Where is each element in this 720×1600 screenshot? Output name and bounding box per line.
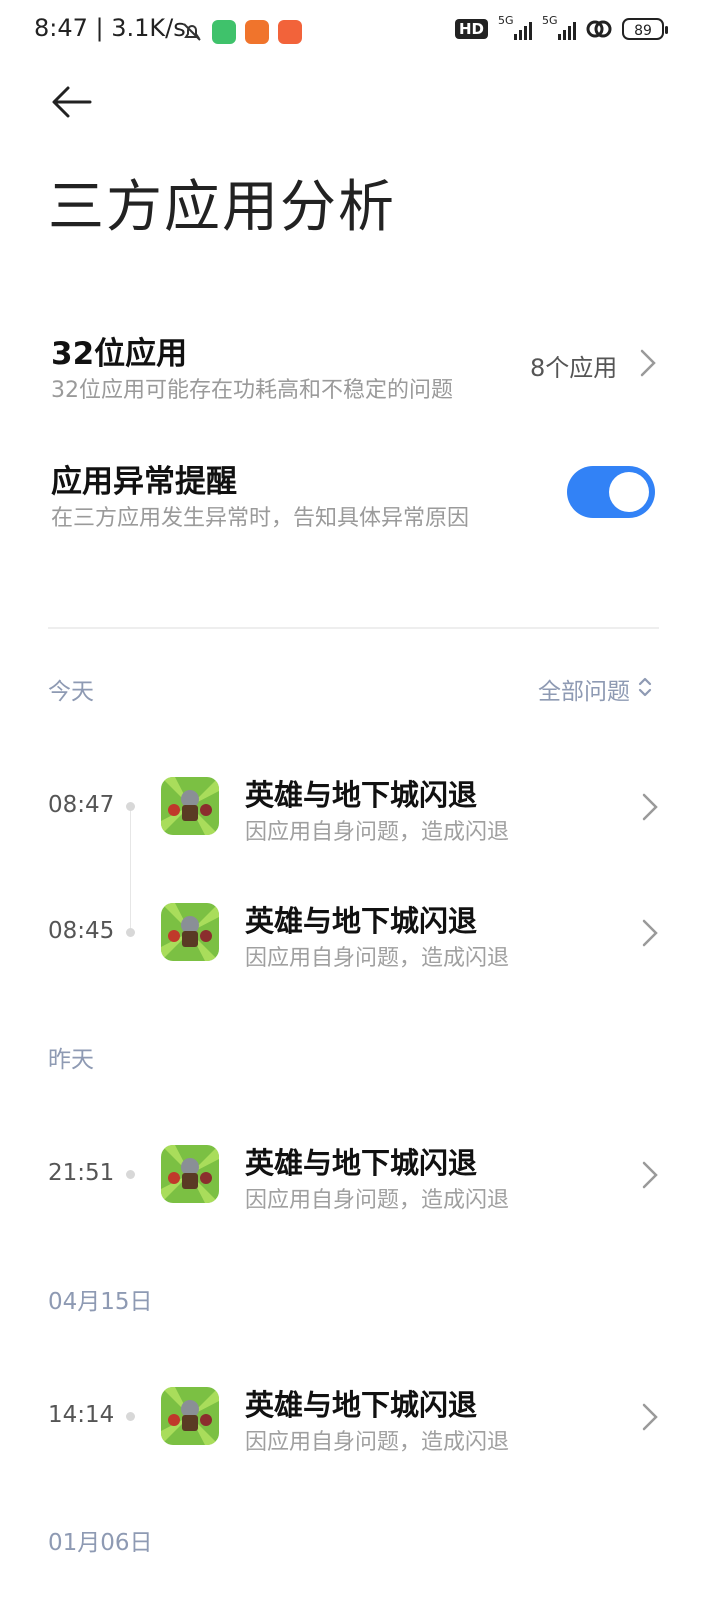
battery-icon: 89 xyxy=(622,18,668,40)
timeline-dot xyxy=(126,928,135,937)
network-type-1: 5G xyxy=(498,14,514,27)
network-type-2: 5G xyxy=(542,14,558,27)
app-notification-icon-green xyxy=(212,20,236,44)
apps-32bit-row[interactable]: 32位应用 32位应用可能存在功耗高和不稳定的问题 8个应用 xyxy=(0,320,720,410)
chevron-right-icon xyxy=(641,792,659,822)
list-item[interactable]: 08:47 英雄与地下城闪退 因应用自身问题，造成闪退 xyxy=(0,768,720,848)
sort-updown-icon[interactable] xyxy=(638,676,652,698)
event-title: 英雄与地下城闪退 xyxy=(245,778,478,812)
timeline-dot xyxy=(126,1412,135,1421)
event-reason: 因应用自身问题，造成闪退 xyxy=(245,946,510,971)
clock: 8:47 xyxy=(34,14,88,42)
list-item[interactable]: 21:51 英雄与地下城闪退 因应用自身问题，造成闪退 xyxy=(0,1136,720,1216)
link-icon xyxy=(586,18,612,40)
event-title: 英雄与地下城闪退 xyxy=(245,1388,478,1422)
filter-dropdown[interactable]: 全部问题 xyxy=(538,672,630,706)
section-yesterday: 昨天 xyxy=(48,1047,94,1073)
list-item[interactable]: 08:45 英雄与地下城闪退 因应用自身问题，造成闪退 xyxy=(0,894,720,974)
event-reason: 因应用自身问题，造成闪退 xyxy=(245,1188,510,1213)
game-app-icon xyxy=(161,777,219,835)
timeline-dot xyxy=(126,802,135,811)
apps-32bit-desc: 32位应用可能存在功耗高和不稳定的问题 xyxy=(51,378,453,403)
event-title: 英雄与地下城闪退 xyxy=(245,1146,478,1180)
app-notification-icon-orange xyxy=(245,20,269,44)
mute-bell-icon xyxy=(180,20,204,44)
status-bar-right: HD 5G 5G 89 xyxy=(454,14,668,40)
apps-32bit-title: 32位应用 xyxy=(51,336,188,372)
status-separator: | xyxy=(95,14,112,42)
game-app-icon xyxy=(161,1387,219,1445)
chevron-right-icon xyxy=(641,1160,659,1190)
chevron-right-icon xyxy=(641,918,659,948)
app-alert-title: 应用异常提醒 xyxy=(51,464,237,500)
page-title: 三方应用分析 xyxy=(48,175,396,240)
back-arrow-icon[interactable] xyxy=(50,82,98,122)
divider xyxy=(48,627,659,629)
toggle-knob xyxy=(609,472,649,512)
event-reason: 因应用自身问题，造成闪退 xyxy=(245,820,510,845)
signal-icon-1: 5G xyxy=(498,14,532,40)
hd-indicator: HD xyxy=(454,19,488,39)
status-bar-time: 8:47 | 3.1K/s xyxy=(34,14,186,42)
chevron-right-icon xyxy=(639,348,657,378)
section-today: 今天 xyxy=(48,679,94,705)
event-time: 14:14 xyxy=(48,1402,115,1428)
chevron-right-icon xyxy=(641,1402,659,1432)
event-time: 08:47 xyxy=(48,792,115,818)
list-item[interactable]: 14:14 英雄与地下城闪退 因应用自身问题，造成闪退 xyxy=(0,1378,720,1458)
event-reason: 因应用自身问题，造成闪退 xyxy=(245,1430,510,1455)
app-alert-toggle[interactable] xyxy=(567,466,655,518)
section-date-0415: 04月15日 xyxy=(48,1289,153,1315)
apps-32bit-count: 8个应用 xyxy=(530,354,618,382)
network-speed: 3.1K/s xyxy=(111,14,186,42)
event-time: 08:45 xyxy=(48,918,115,944)
event-time: 21:51 xyxy=(48,1160,115,1186)
signal-icon-2: 5G xyxy=(542,14,576,40)
section-date-0106: 01月06日 xyxy=(48,1530,153,1556)
app-notification-icon-red xyxy=(278,20,302,44)
game-app-icon xyxy=(161,1145,219,1203)
timeline-dot xyxy=(126,1170,135,1179)
event-title: 英雄与地下城闪退 xyxy=(245,904,478,938)
game-app-icon xyxy=(161,903,219,961)
app-alert-desc: 在三方应用发生异常时，告知具体异常原因 xyxy=(51,506,470,531)
